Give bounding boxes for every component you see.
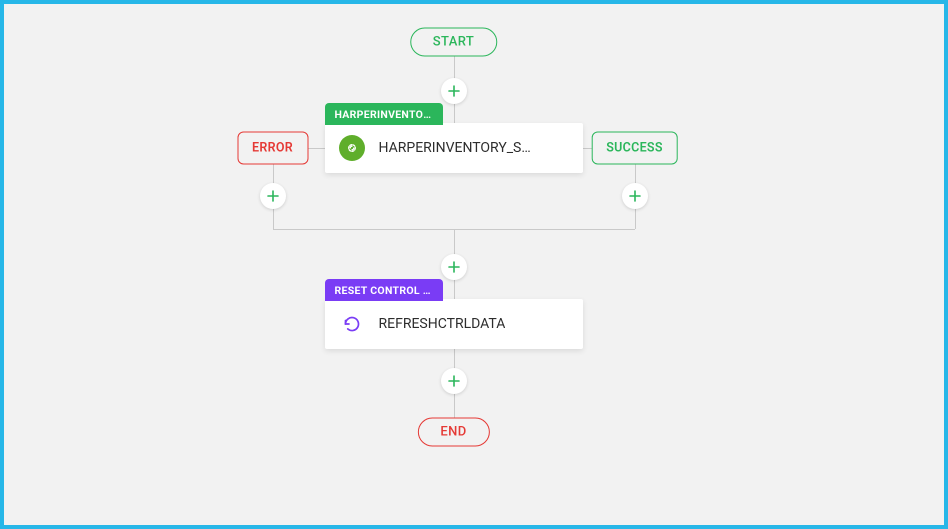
plus-icon: [448, 85, 460, 97]
workflow-node-api[interactable]: HARPERINVENTOR… HARPERINVENTORY_S…: [325, 123, 583, 173]
add-step-button[interactable]: [260, 183, 286, 209]
add-step-button[interactable]: [441, 78, 467, 104]
end-node[interactable]: END: [417, 418, 489, 447]
api-icon: [339, 135, 365, 161]
error-text: ERROR: [252, 140, 293, 155]
start-label: START: [433, 35, 474, 50]
add-step-button[interactable]: [622, 183, 648, 209]
plus-icon: [448, 375, 460, 387]
refresh-icon: [339, 311, 365, 337]
error-branch-label[interactable]: ERROR: [237, 131, 308, 164]
node-tag: HARPERINVENTOR…: [325, 103, 443, 125]
node-title: HARPERINVENTORY_S…: [379, 140, 531, 156]
node-body: REFRESHCTRLDATA: [325, 299, 583, 349]
plus-icon: [267, 190, 279, 202]
start-node[interactable]: START: [410, 28, 497, 57]
add-step-button[interactable]: [441, 368, 467, 394]
node-body: HARPERINVENTORY_S…: [325, 123, 583, 173]
workflow-node-reset[interactable]: RESET CONTROL D… REFRESHCTRLDATA: [325, 299, 583, 349]
node-title: REFRESHCTRLDATA: [379, 316, 506, 332]
plus-icon: [629, 190, 641, 202]
success-branch-label[interactable]: SUCCESS: [591, 131, 678, 164]
plus-icon: [448, 261, 460, 273]
end-label: END: [440, 425, 466, 440]
workflow-canvas[interactable]: START ERROR SUCCESS HARPERINVENTOR… HARP…: [4, 4, 944, 525]
success-text: SUCCESS: [606, 140, 663, 155]
node-tag: RESET CONTROL D…: [325, 279, 443, 301]
workflow-canvas-frame: START ERROR SUCCESS HARPERINVENTOR… HARP…: [0, 0, 948, 529]
add-step-button[interactable]: [441, 254, 467, 280]
